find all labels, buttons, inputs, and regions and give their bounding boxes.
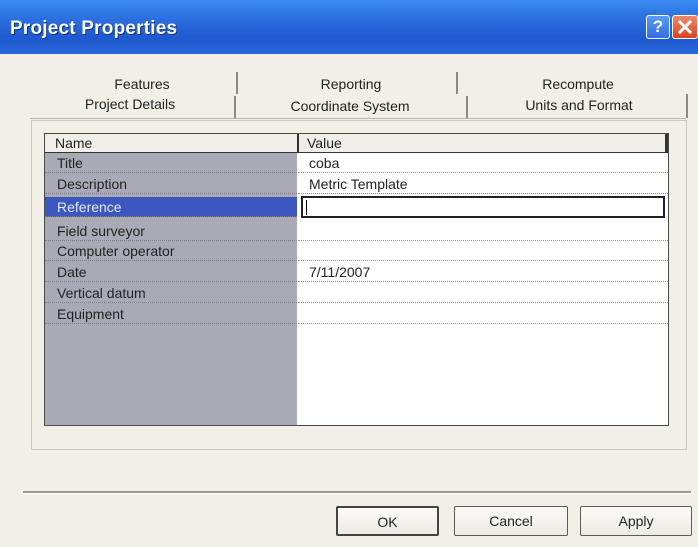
help-icon: ? (652, 17, 664, 36)
tab-units-and-format[interactable]: Units and Format (508, 97, 650, 113)
reference-input[interactable] (301, 196, 665, 218)
tab-divider (466, 96, 468, 118)
row-name-title[interactable]: Title (45, 153, 297, 173)
row-name-computer-operator[interactable]: Computer operator (45, 241, 297, 261)
tab-strip-line (30, 118, 686, 119)
properties-grid[interactable]: Name Value Title coba Description Metric… (44, 133, 669, 426)
column-header-value[interactable]: Value (307, 135, 342, 151)
column-divider[interactable] (297, 134, 299, 152)
close-button[interactable] (672, 15, 698, 39)
tab-coordinate-system[interactable]: Coordinate System (268, 98, 432, 114)
row-name-description[interactable]: Description (45, 174, 297, 194)
row-value-field-surveyor[interactable] (298, 221, 668, 241)
row-value-equipment[interactable] (298, 304, 668, 324)
row-name-vertical-datum[interactable]: Vertical datum (45, 283, 297, 303)
ok-button[interactable]: OK (336, 506, 439, 536)
tab-recompute[interactable]: Recompute (518, 76, 638, 92)
column-header-name[interactable]: Name (55, 135, 92, 151)
tab-divider (234, 96, 236, 118)
text-caret (306, 200, 307, 215)
row-name-field-surveyor[interactable]: Field surveyor (45, 221, 297, 241)
tab-project-details[interactable]: Project Details (66, 96, 194, 112)
tab-divider (456, 72, 458, 94)
column-divider (665, 134, 668, 152)
row-value-description[interactable]: Metric Template (298, 174, 668, 194)
row-value-computer-operator[interactable] (298, 241, 668, 261)
cancel-button[interactable]: Cancel (454, 506, 568, 536)
title-bar[interactable]: Project Properties ? (0, 0, 698, 55)
tab-features[interactable]: Features (92, 76, 192, 92)
tab-reporting[interactable]: Reporting (296, 76, 406, 92)
button-area-divider (23, 491, 691, 494)
row-name-date[interactable]: Date (45, 262, 297, 282)
tab-divider (236, 72, 238, 94)
close-icon (677, 19, 693, 35)
row-name-reference[interactable]: Reference (45, 197, 297, 217)
apply-button[interactable]: Apply (580, 506, 692, 536)
row-value-title[interactable]: coba (298, 153, 668, 173)
row-value-date[interactable]: 7/11/2007 (298, 262, 668, 282)
grid-header: Name Value (45, 134, 668, 153)
row-value-vertical-datum[interactable] (298, 283, 668, 303)
row-name-equipment[interactable]: Equipment (45, 304, 297, 324)
tab-divider (686, 94, 688, 118)
help-button[interactable]: ? (646, 15, 670, 39)
window-title: Project Properties (10, 18, 178, 39)
